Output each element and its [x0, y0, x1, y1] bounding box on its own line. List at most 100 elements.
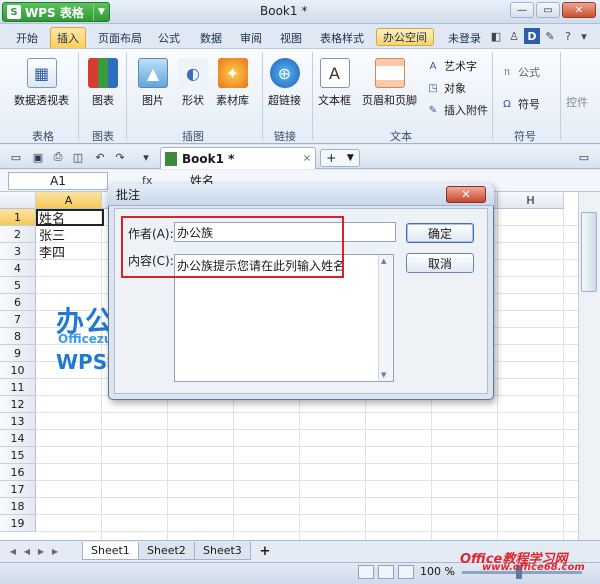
d-icon[interactable]: D: [524, 28, 540, 44]
row-header-9[interactable]: 9: [0, 345, 36, 362]
last-sheet-icon[interactable]: ▶: [50, 545, 60, 557]
row-header-11[interactable]: 11: [0, 379, 36, 396]
row-header-18[interactable]: 18: [0, 498, 36, 515]
maximize-button[interactable]: ▭: [536, 2, 560, 18]
ok-button[interactable]: 确定: [406, 223, 474, 243]
dialog-close-button[interactable]: ✕: [446, 186, 486, 203]
close-window-button[interactable]: ✕: [562, 2, 596, 18]
tab-review[interactable]: 审阅: [234, 27, 268, 48]
print-preview-icon[interactable]: ◫: [70, 149, 86, 165]
tab-office-space[interactable]: 办公空间: [376, 28, 434, 46]
row-header-14[interactable]: 14: [0, 430, 36, 447]
row-header-10[interactable]: 10: [0, 362, 36, 379]
text-box-icon: A: [319, 58, 350, 88]
sheet-tab-sheet2[interactable]: Sheet2: [138, 542, 195, 560]
row-header-2[interactable]: 2: [0, 226, 36, 243]
group-label-links: 链接: [274, 130, 296, 143]
row-header-5[interactable]: 5: [0, 277, 36, 294]
chevron-down-icon: ▼: [346, 153, 354, 163]
tab-data[interactable]: 数据: [194, 27, 228, 48]
tab-table-style[interactable]: 表格样式: [314, 27, 370, 48]
normal-view-icon[interactable]: [358, 565, 374, 579]
row-header-6[interactable]: 6: [0, 294, 36, 311]
row-header-12[interactable]: 12: [0, 396, 36, 413]
login-status[interactable]: 未登录: [442, 27, 487, 48]
group-label-chart: 图表: [92, 130, 114, 143]
app-menu-button[interactable]: S WPS 表格 ▼: [2, 2, 110, 22]
sheet-tab-sheet1[interactable]: Sheet1: [82, 542, 139, 560]
symbol-button[interactable]: Ω 符号: [500, 96, 540, 112]
shapes-button[interactable]: ◐ 形状: [178, 58, 208, 108]
content-scrollbar[interactable]: ▲ ▼: [378, 255, 393, 381]
chart-button[interactable]: 图表: [88, 58, 118, 108]
word-art-button[interactable]: A 艺术字: [426, 58, 477, 74]
insert-attachment-button[interactable]: ✎ 插入附件: [426, 102, 488, 118]
restore-view-icon[interactable]: ▭: [576, 149, 592, 165]
clip-art-button[interactable]: ✦ 素材库: [216, 58, 249, 108]
row-header-4[interactable]: 4: [0, 260, 36, 277]
help-icon[interactable]: ?: [560, 28, 576, 44]
select-all-corner[interactable]: [0, 192, 36, 209]
group-label-illustrations: 插图: [182, 130, 204, 143]
tab-page-layout[interactable]: 页面布局: [92, 27, 148, 48]
row-header-1[interactable]: 1: [0, 209, 36, 226]
redo-icon[interactable]: ↷: [112, 149, 128, 165]
group-label-symbols: 符号: [514, 130, 536, 143]
page-break-view-icon[interactable]: [398, 565, 414, 579]
chevron-down-icon[interactable]: ▼: [93, 3, 109, 21]
next-sheet-icon[interactable]: ▶: [36, 545, 46, 557]
vertical-scroll-thumb[interactable]: [581, 212, 597, 292]
first-sheet-icon[interactable]: ◀: [8, 545, 18, 557]
zoom-out-button[interactable]: -: [448, 565, 452, 578]
picture-button[interactable]: ▲ 图片: [138, 58, 168, 108]
tab-insert[interactable]: 插入: [50, 27, 86, 48]
close-tab-icon[interactable]: ×: [303, 153, 311, 164]
column-header-h[interactable]: H: [498, 192, 564, 209]
row-header-16[interactable]: 16: [0, 464, 36, 481]
row-header-19[interactable]: 19: [0, 515, 36, 532]
print-icon[interactable]: ⎙: [50, 149, 66, 165]
ribbon-separator: [262, 52, 263, 140]
row-header-17[interactable]: 17: [0, 481, 36, 498]
row-header-3[interactable]: 3: [0, 243, 36, 260]
object-button[interactable]: ◳ 对象: [426, 80, 466, 96]
row-header-8[interactable]: 8: [0, 328, 36, 345]
sheet-tab-sheet3[interactable]: Sheet3: [194, 542, 251, 560]
tab-formulas[interactable]: 公式: [152, 27, 186, 48]
row-header-7[interactable]: 7: [0, 311, 36, 328]
row-header-13[interactable]: 13: [0, 413, 36, 430]
pivot-table-icon: ▦: [26, 58, 57, 88]
cancel-button[interactable]: 取消: [406, 253, 474, 273]
ribbon-separator: [560, 52, 561, 140]
text-box-button[interactable]: A 文本框: [318, 58, 351, 108]
customize-toolbar-icon[interactable]: ▾: [138, 149, 154, 165]
row-header-15[interactable]: 15: [0, 447, 36, 464]
document-tab[interactable]: Book1 * ×: [160, 147, 316, 169]
save-icon[interactable]: ▣: [30, 149, 46, 165]
column-header-a[interactable]: A: [36, 192, 102, 209]
prev-sheet-icon[interactable]: ◀: [22, 545, 32, 557]
tab-home[interactable]: 开始: [10, 27, 44, 48]
scroll-down-icon[interactable]: ▼: [381, 371, 386, 379]
header-footer-button[interactable]: 页眉和页脚: [362, 58, 417, 108]
open-folder-icon[interactable]: ▭: [8, 149, 24, 165]
undo-icon[interactable]: ↶: [92, 149, 108, 165]
scroll-up-icon[interactable]: ▲: [381, 257, 386, 265]
add-sheet-button[interactable]: +: [256, 543, 274, 559]
chevron-down-icon[interactable]: ▾: [576, 28, 592, 44]
wrench-icon[interactable]: ✎: [542, 28, 558, 44]
shirt-icon[interactable]: ♙: [506, 28, 522, 44]
equation-button[interactable]: π 公式: [500, 64, 540, 80]
tab-view[interactable]: 视图: [274, 27, 308, 48]
minimize-button[interactable]: —: [510, 2, 534, 18]
cell-a3[interactable]: 李四: [39, 243, 65, 261]
document-tab-label: Book1 *: [182, 151, 235, 166]
hyperlink-button[interactable]: ⊕ 超链接: [268, 58, 301, 108]
controls-button[interactable]: 控件: [566, 94, 588, 110]
pivot-table-button[interactable]: ▦ 数据透视表: [14, 58, 69, 108]
name-box[interactable]: A1: [8, 172, 108, 190]
skin-icon[interactable]: ◧: [488, 28, 504, 44]
new-tab-button[interactable]: + ▼: [320, 149, 360, 167]
cell-a2[interactable]: 张三: [39, 226, 65, 244]
page-layout-view-icon[interactable]: [378, 565, 394, 579]
